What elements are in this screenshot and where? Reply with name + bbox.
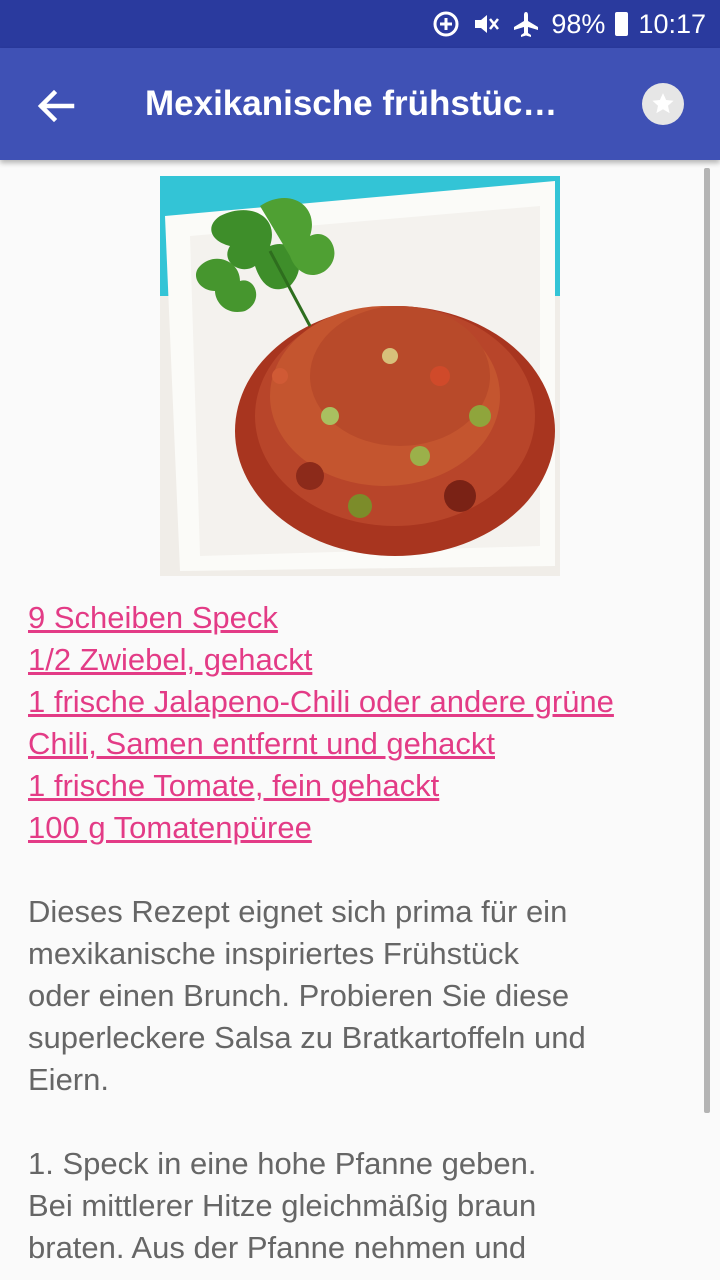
scrollbar[interactable] [704, 168, 710, 1113]
clock: 10:17 [638, 8, 706, 39]
ingredient-link[interactable]: 1/2 Zwiebel, gehackt [28, 639, 718, 681]
star-icon [652, 93, 674, 114]
recipe-content[interactable]: 9 Scheiben Speck 1/2 Zwiebel, gehackt 1 … [0, 160, 720, 1280]
favorite-button[interactable] [642, 83, 684, 125]
recipe-image [160, 176, 560, 576]
ingredient-list: 9 Scheiben Speck 1/2 Zwiebel, gehackt 1 … [28, 597, 718, 849]
ingredient-link[interactable]: Chili, Samen entfernt und gehackt [28, 723, 718, 765]
battery-percent: 98% [551, 8, 606, 39]
app-bar: Mexikanische frühstüc… [0, 48, 720, 160]
back-button[interactable] [30, 84, 82, 128]
airplane-icon [511, 9, 541, 39]
data-saver-icon [431, 9, 461, 39]
recipe-description: Dieses Rezept eignet sich prima für ein … [28, 894, 586, 1097]
arrow-left-icon [37, 89, 75, 123]
page-title: Mexikanische frühstüc… [145, 84, 558, 123]
ingredient-link[interactable]: 1 frische Tomate, fein gehackt [28, 765, 718, 807]
recipe-step: 1. Speck in eine hohe Pfanne geben. Bei … [28, 1146, 537, 1265]
status-bar: 98% 10:17 [0, 0, 720, 48]
ingredient-link[interactable]: 100 g Tomatenpüree [28, 807, 718, 849]
ingredient-link[interactable]: 9 Scheiben Speck [28, 597, 718, 639]
ingredient-link[interactable]: 1 frische Jalapeno-Chili oder andere grü… [28, 681, 718, 723]
mute-vibrate-icon [471, 9, 501, 39]
battery-icon [615, 12, 629, 36]
